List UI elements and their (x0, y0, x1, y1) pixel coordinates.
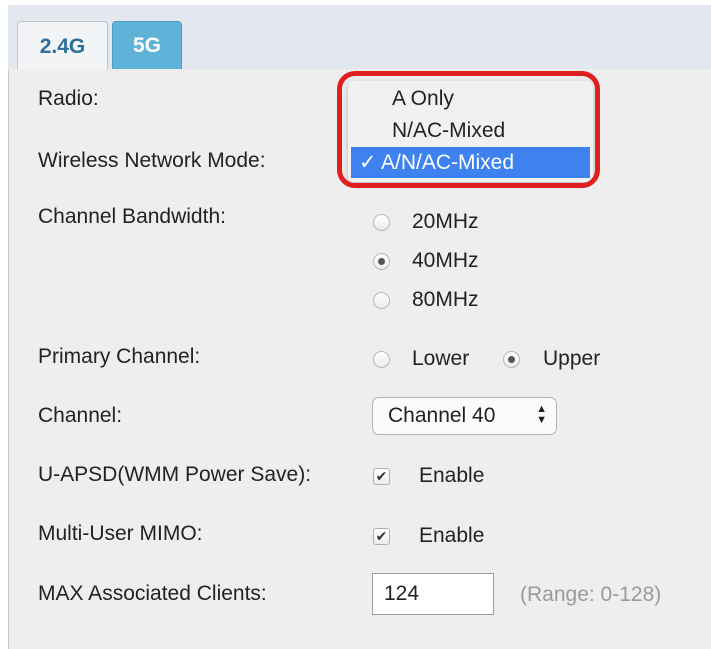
tab-strip: 2.4G 5G (8, 5, 711, 71)
bandwidth-20mhz-label: 20MHz (412, 210, 479, 233)
channel-select[interactable]: Channel 40 ▲ ▼ (372, 397, 557, 435)
max-clients-value: 124 (384, 582, 420, 605)
primary-lower-label: Lower (412, 347, 470, 370)
bandwidth-80mhz-radio[interactable] (373, 292, 390, 309)
u-apsd-enable-label: Enable (419, 464, 485, 487)
select-arrows-icon: ▲ ▼ (536, 403, 547, 426)
mimo-checkbox[interactable]: ✔ (373, 528, 390, 545)
channel-bandwidth-label: Channel Bandwidth: (38, 205, 226, 228)
range-hint: (Range: 0-128) (520, 583, 662, 606)
mode-option-a-only[interactable]: A Only (351, 83, 590, 114)
max-associated-clients-label: MAX Associated Clients: (38, 582, 267, 605)
u-apsd-label: U-APSD(WMM Power Save): (38, 463, 312, 486)
mimo-enable-label: Enable (419, 524, 485, 547)
bandwidth-40mhz-label: 40MHz (412, 249, 479, 272)
tab-2-4g[interactable]: 2.4G (17, 21, 108, 71)
wireless-network-mode-label: Wireless Network Mode: (38, 149, 266, 172)
multi-user-mimo-label: Multi-User MIMO: (38, 522, 203, 545)
primary-upper-label: Upper (543, 347, 601, 370)
network-mode-dropdown: A Only N/AC-Mixed ✓ A/N/AC-Mixed (348, 81, 593, 182)
mode-option-label: A Only (392, 86, 454, 110)
u-apsd-checkbox[interactable]: ✔ (373, 468, 390, 485)
mode-option-n-ac-mixed[interactable]: N/AC-Mixed (351, 115, 590, 146)
tab-5g[interactable]: 5G (112, 21, 182, 71)
bandwidth-40mhz-radio[interactable] (373, 253, 390, 270)
bandwidth-20mhz-radio[interactable] (373, 214, 390, 231)
mode-option-a-n-ac-mixed[interactable]: ✓ A/N/AC-Mixed (351, 147, 590, 178)
channel-label: Channel: (38, 404, 123, 427)
primary-channel-label: Primary Channel: (38, 345, 201, 368)
bandwidth-80mhz-label: 80MHz (412, 288, 479, 311)
primary-upper-radio[interactable] (503, 351, 520, 368)
channel-select-value: Channel 40 (388, 404, 496, 427)
mode-option-label: A/N/AC-Mixed (381, 150, 515, 174)
primary-lower-radio[interactable] (373, 351, 390, 368)
radio-label: Radio: (38, 87, 99, 110)
checkmark-icon: ✓ (359, 151, 377, 174)
mode-option-label: N/AC-Mixed (392, 118, 506, 142)
max-clients-input[interactable]: 124 (372, 573, 494, 615)
